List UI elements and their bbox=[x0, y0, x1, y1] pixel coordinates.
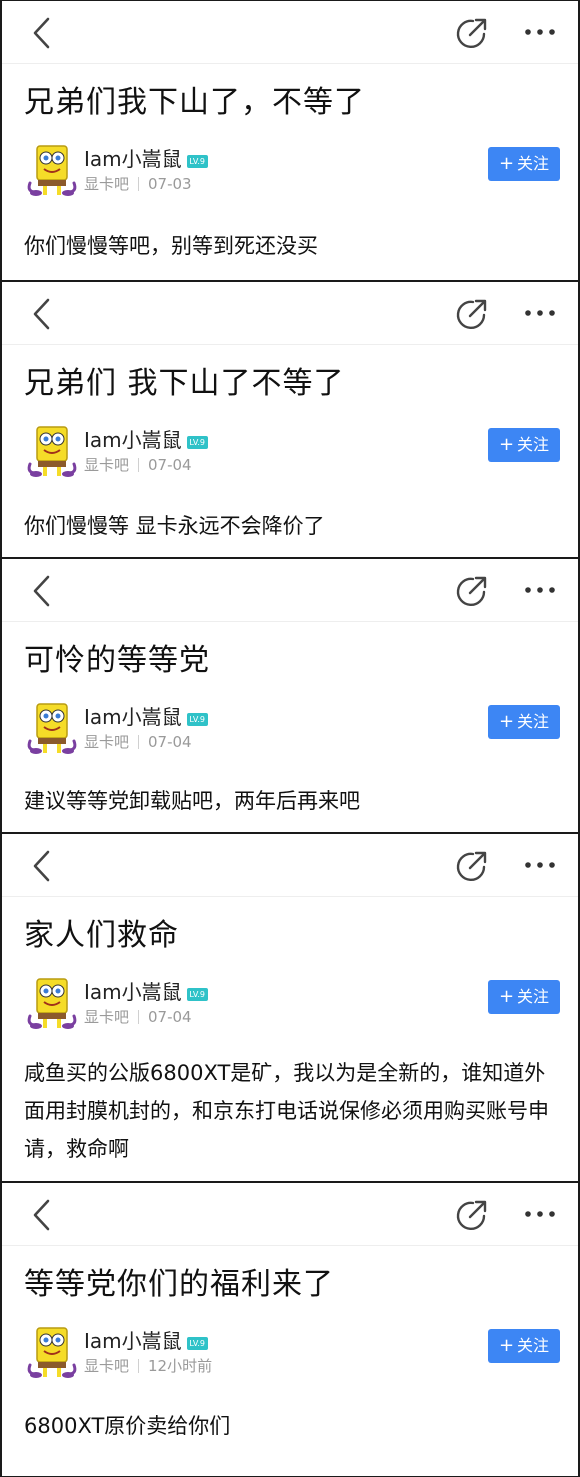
post-body: 咸鱼买的公版6800XT是矿，我以为是全新的，谁知道外面用封膜机封的，和京东打电… bbox=[24, 1061, 549, 1161]
post-body: 建议等等党卸载贴吧，两年后再来吧 bbox=[24, 789, 360, 813]
post-title: 兄弟们我下山了，不等了 bbox=[24, 85, 365, 120]
level-badge-icon: LV.9 bbox=[186, 1337, 208, 1350]
post-body: 你们慢慢等吧，别等到死还没买 bbox=[24, 234, 318, 258]
author-name-line[interactable]: Iam小嵩鼠 LV.9 bbox=[84, 143, 208, 172]
forum-name[interactable]: 显卡吧 bbox=[84, 1357, 129, 1375]
spongebob-avatar[interactable] bbox=[24, 976, 80, 1030]
more-options-icon[interactable] bbox=[520, 302, 560, 324]
more-options-icon[interactable] bbox=[520, 854, 560, 876]
author-username[interactable]: Iam小嵩鼠 bbox=[84, 1329, 182, 1353]
top-nav-bar bbox=[2, 1, 578, 64]
meta-divider bbox=[138, 735, 140, 749]
top-nav-bar bbox=[2, 559, 578, 622]
post-body: 6800XT原价卖给你们 bbox=[24, 1414, 231, 1438]
spongebob-avatar[interactable] bbox=[24, 424, 80, 478]
plus-icon: + bbox=[498, 986, 515, 1007]
author-username[interactable]: Iam小嵩鼠 bbox=[84, 705, 182, 729]
plus-icon: + bbox=[498, 1335, 515, 1356]
follow-label: 关注 bbox=[517, 987, 550, 1006]
plus-icon: + bbox=[498, 434, 515, 455]
post-time: 12小时前 bbox=[148, 1357, 213, 1375]
post-panel: 可怜的等等党 Iam小嵩鼠 LV.9 显卡吧 07-04 + 关注 建议等等党卸载贴吧… bbox=[0, 558, 580, 833]
share-icon[interactable] bbox=[454, 15, 490, 51]
post-title: 可怜的等等党 bbox=[24, 643, 210, 678]
spongebob-avatar[interactable] bbox=[24, 1325, 80, 1379]
author-row: Iam小嵩鼠 LV.9 显卡吧 07-04 + 关注 bbox=[24, 424, 564, 484]
forum-name[interactable]: 显卡吧 bbox=[84, 1008, 129, 1026]
follow-button[interactable]: + 关注 bbox=[488, 1329, 560, 1363]
post-panel: 家人们救命 Iam小嵩鼠 LV.9 显卡吧 07-04 + 关注 咸鱼买的公版6800… bbox=[0, 833, 580, 1182]
post-time: 07-04 bbox=[148, 733, 192, 751]
plus-icon: + bbox=[498, 711, 515, 732]
follow-label: 关注 bbox=[517, 712, 550, 731]
author-username[interactable]: Iam小嵩鼠 bbox=[84, 428, 182, 452]
follow-label: 关注 bbox=[517, 154, 550, 173]
meta-divider bbox=[138, 1359, 140, 1373]
author-name-line[interactable]: Iam小嵩鼠 LV.9 bbox=[84, 976, 208, 1005]
post-meta: 显卡吧 07-04 bbox=[84, 1006, 192, 1027]
back-chevron-icon[interactable] bbox=[28, 849, 56, 883]
follow-button[interactable]: + 关注 bbox=[488, 705, 560, 739]
follow-button[interactable]: + 关注 bbox=[488, 428, 560, 462]
meta-divider bbox=[138, 458, 140, 472]
meta-divider bbox=[138, 177, 140, 191]
post-meta: 显卡吧 07-04 bbox=[84, 454, 192, 475]
author-name-line[interactable]: Iam小嵩鼠 LV.9 bbox=[84, 1325, 208, 1354]
spongebob-avatar[interactable] bbox=[24, 143, 80, 197]
forum-name[interactable]: 显卡吧 bbox=[84, 175, 129, 193]
post-panel: 等等党你们的福利来了 Iam小嵩鼠 LV.9 显卡吧 12小时前 + 关注 6800X… bbox=[0, 1182, 580, 1477]
author-row: Iam小嵩鼠 LV.9 显卡吧 07-04 + 关注 bbox=[24, 701, 564, 761]
plus-icon: + bbox=[498, 153, 515, 174]
back-chevron-icon[interactable] bbox=[28, 297, 56, 331]
post-time: 07-04 bbox=[148, 456, 192, 474]
post-panel: 兄弟们我下山了，不等了 Iam小嵩鼠 LV.9 显卡吧 07-03 + 关注 你们慢慢… bbox=[0, 0, 580, 281]
back-chevron-icon[interactable] bbox=[28, 574, 56, 608]
follow-label: 关注 bbox=[517, 435, 550, 454]
post-title: 家人们救命 bbox=[24, 918, 179, 953]
back-chevron-icon[interactable] bbox=[28, 1198, 56, 1232]
post-title: 等等党你们的福利来了 bbox=[24, 1267, 334, 1302]
more-options-icon[interactable] bbox=[520, 21, 560, 43]
top-nav-bar bbox=[2, 282, 578, 345]
post-meta: 显卡吧 07-03 bbox=[84, 173, 192, 194]
share-icon[interactable] bbox=[454, 296, 490, 332]
top-nav-bar bbox=[2, 834, 578, 897]
post-panel: 兄弟们 我下山了不等了 Iam小嵩鼠 LV.9 显卡吧 07-04 + 关注 你们慢慢… bbox=[0, 281, 580, 558]
post-body: 你们慢慢等 显卡永远不会降价了 bbox=[24, 514, 325, 538]
author-name-line[interactable]: Iam小嵩鼠 LV.9 bbox=[84, 424, 208, 453]
share-icon[interactable] bbox=[454, 1197, 490, 1233]
author-row: Iam小嵩鼠 LV.9 显卡吧 07-04 + 关注 bbox=[24, 976, 564, 1036]
meta-divider bbox=[138, 1010, 140, 1024]
share-icon[interactable] bbox=[454, 573, 490, 609]
more-options-icon[interactable] bbox=[520, 1203, 560, 1225]
share-icon[interactable] bbox=[454, 848, 490, 884]
follow-button[interactable]: + 关注 bbox=[488, 980, 560, 1014]
post-time: 07-04 bbox=[148, 1008, 192, 1026]
author-name-line[interactable]: Iam小嵩鼠 LV.9 bbox=[84, 701, 208, 730]
post-meta: 显卡吧 07-04 bbox=[84, 731, 192, 752]
author-row: Iam小嵩鼠 LV.9 显卡吧 07-03 + 关注 bbox=[24, 143, 564, 203]
post-time: 07-03 bbox=[148, 175, 192, 193]
spongebob-avatar[interactable] bbox=[24, 701, 80, 755]
forum-name[interactable]: 显卡吧 bbox=[84, 733, 129, 751]
author-username[interactable]: Iam小嵩鼠 bbox=[84, 980, 182, 1004]
post-screenshot-feed: 兄弟们我下山了，不等了 Iam小嵩鼠 LV.9 显卡吧 07-03 + 关注 你们慢慢… bbox=[0, 0, 580, 1477]
author-row: Iam小嵩鼠 LV.9 显卡吧 12小时前 + 关注 bbox=[24, 1325, 564, 1385]
forum-name[interactable]: 显卡吧 bbox=[84, 456, 129, 474]
follow-button[interactable]: + 关注 bbox=[488, 147, 560, 181]
follow-label: 关注 bbox=[517, 1336, 550, 1355]
more-options-icon[interactable] bbox=[520, 579, 560, 601]
post-meta: 显卡吧 12小时前 bbox=[84, 1355, 212, 1376]
level-badge-icon: LV.9 bbox=[186, 713, 208, 726]
author-username[interactable]: Iam小嵩鼠 bbox=[84, 147, 182, 171]
post-title: 兄弟们 我下山了不等了 bbox=[24, 366, 345, 401]
back-chevron-icon[interactable] bbox=[28, 16, 56, 50]
level-badge-icon: LV.9 bbox=[186, 988, 208, 1001]
top-nav-bar bbox=[2, 1183, 578, 1246]
level-badge-icon: LV.9 bbox=[186, 436, 208, 449]
level-badge-icon: LV.9 bbox=[186, 155, 208, 168]
